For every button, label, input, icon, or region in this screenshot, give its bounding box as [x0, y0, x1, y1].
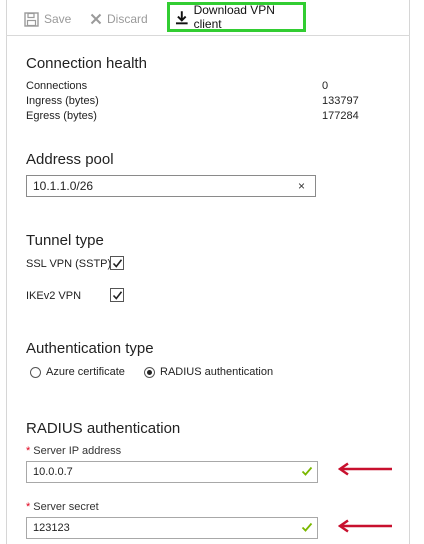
ingress-value: 133797 — [322, 95, 359, 107]
address-pool-input[interactable]: 10.1.1.0/26 × — [26, 175, 316, 197]
checkmark-icon — [112, 291, 123, 300]
connections-label: Connections — [26, 80, 88, 92]
clear-icon[interactable]: × — [298, 176, 305, 196]
connection-health-heading: Connection health — [26, 55, 147, 72]
azure-certificate-label: Azure certificate — [46, 366, 125, 378]
download-vpn-client-button[interactable]: Download VPN client — [167, 2, 306, 32]
egress-label: Egress (bytes) — [26, 110, 97, 122]
radius-authentication-radio[interactable] — [144, 366, 155, 378]
server-secret-value: 123123 — [33, 522, 70, 534]
save-label: Save — [44, 12, 72, 26]
checkmark-icon — [112, 259, 123, 268]
connections-value: 0 — [322, 80, 329, 92]
server-ip-value: 10.0.0.7 — [33, 466, 73, 478]
valid-checkmark-icon — [301, 466, 313, 476]
download-label: Download VPN client — [193, 3, 275, 31]
ikev2-checkbox[interactable] — [110, 288, 124, 302]
sstp-checkbox[interactable] — [110, 256, 124, 270]
address-pool-heading: Address pool — [26, 151, 114, 168]
required-marker: * — [26, 501, 31, 513]
server-ip-label: * Server IP address — [26, 445, 121, 457]
save-button[interactable]: Save — [24, 9, 71, 29]
save-icon — [24, 11, 39, 27]
discard-icon — [90, 13, 102, 25]
valid-checkmark-icon — [301, 522, 313, 532]
discard-button[interactable]: Discard — [90, 9, 148, 29]
sstp-label: SSL VPN (SSTP) — [26, 258, 112, 270]
radius-authentication-heading: RADIUS authentication — [26, 420, 181, 437]
server-secret-label-text: Server secret — [33, 501, 99, 513]
download-icon — [175, 10, 188, 24]
ikev2-label: IKEv2 VPN — [26, 290, 82, 302]
egress-value: 177284 — [322, 110, 359, 122]
radius-authentication-label: RADIUS authentication — [160, 366, 274, 378]
address-pool-value: 10.1.1.0/26 — [33, 179, 94, 193]
azure-certificate-radio[interactable] — [30, 366, 41, 378]
azure-certificate-option[interactable]: Azure certificate — [30, 366, 125, 378]
arrow-left-icon — [338, 462, 392, 476]
authentication-type-heading: Authentication type — [26, 340, 154, 357]
ingress-label: Ingress (bytes) — [26, 95, 99, 107]
required-marker: * — [26, 445, 31, 457]
command-bar: Save Discard Download VPN client — [6, 0, 410, 36]
server-ip-input[interactable]: 10.0.0.7 — [26, 461, 318, 483]
server-ip-label-text: Server IP address — [33, 445, 122, 457]
tunnel-type-heading: Tunnel type — [26, 232, 104, 249]
radius-authentication-option[interactable]: RADIUS authentication — [144, 366, 273, 378]
discard-label: Discard — [107, 12, 148, 26]
arrow-left-icon — [338, 519, 392, 533]
server-secret-label: * Server secret — [26, 501, 99, 513]
server-secret-input[interactable]: 123123 — [26, 517, 318, 539]
